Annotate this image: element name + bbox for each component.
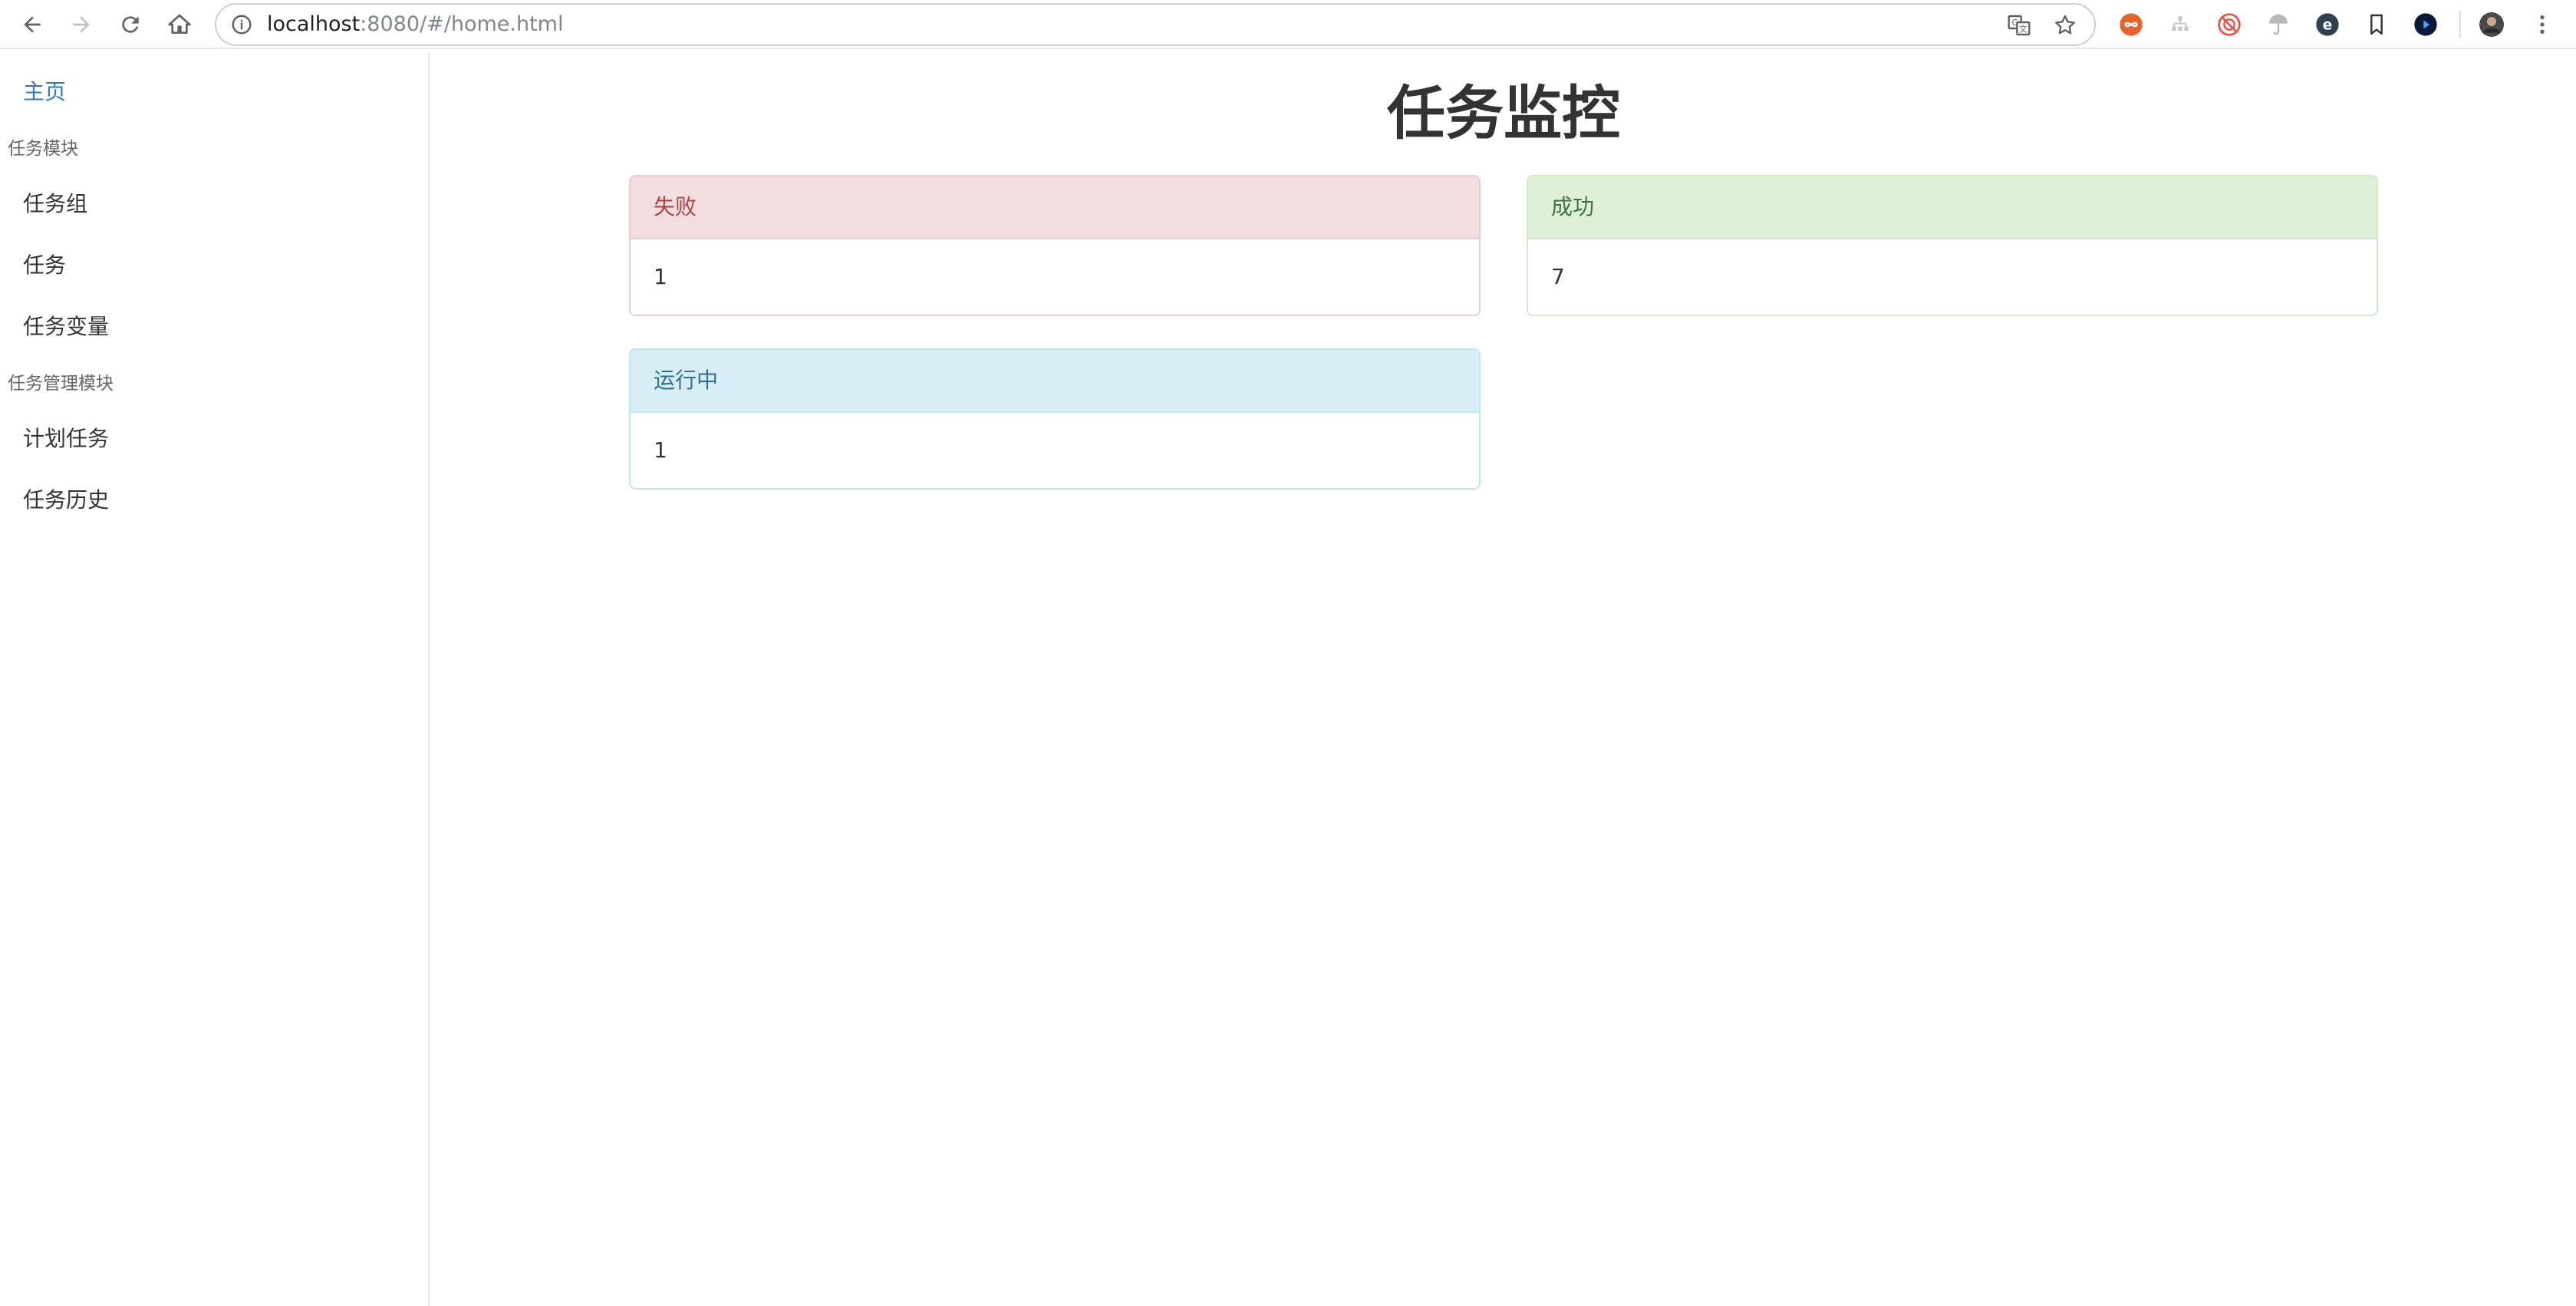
sidebar-item-task-variable[interactable]: 任务变量 bbox=[23, 312, 109, 342]
sidebar-section-header-tasks: 任务模块 bbox=[8, 139, 78, 159]
translate-icon[interactable]: G 文 bbox=[2007, 13, 2031, 38]
browser-menu-button[interactable] bbox=[2530, 12, 2555, 37]
umbrella-extension-icon bbox=[2269, 14, 2288, 35]
running-panel-heading: 运行中 bbox=[631, 350, 1479, 413]
home-icon bbox=[168, 14, 191, 34]
sidebar: 主页 任务模块 任务组 任务 任务变量 任务管理模块 计划任务 任务历史 bbox=[0, 51, 430, 1306]
sidebar-item-task-group[interactable]: 任务组 bbox=[23, 189, 87, 219]
url-text: localhost:8080/#/home.html bbox=[267, 13, 563, 36]
sidebar-item-task-history[interactable]: 任务历史 bbox=[23, 485, 109, 516]
back-icon bbox=[24, 16, 41, 33]
success-panel: 成功 7 bbox=[1527, 175, 2378, 316]
svg-text:e: e bbox=[2323, 18, 2333, 34]
e-extension-icon: e bbox=[2316, 13, 2339, 36]
umbrella-extension-button[interactable] bbox=[2266, 12, 2291, 37]
play-extension-button[interactable] bbox=[2413, 12, 2438, 37]
page-title: 任务监控 bbox=[1387, 79, 1620, 147]
block-extension-icon bbox=[2218, 13, 2241, 36]
svg-text:G: G bbox=[2012, 18, 2018, 28]
sidebar-section-header-task-management: 任务管理模块 bbox=[8, 374, 114, 394]
tree-extension-icon bbox=[2172, 16, 2189, 31]
bookmark-extension-button[interactable] bbox=[2364, 12, 2389, 37]
failed-panel: 失败 1 bbox=[629, 175, 1481, 316]
forward-button[interactable] bbox=[66, 9, 97, 40]
infinity-extension-icon bbox=[2120, 13, 2143, 36]
block-extension-button[interactable] bbox=[2217, 12, 2242, 37]
reload-icon bbox=[122, 16, 139, 33]
failed-panel-heading: 失败 bbox=[631, 176, 1479, 239]
tree-extension-button[interactable] bbox=[2168, 12, 2192, 37]
url-host: localhost bbox=[267, 12, 361, 36]
star-icon[interactable] bbox=[2053, 13, 2077, 38]
failed-panel-count: 1 bbox=[654, 264, 667, 289]
info-icon[interactable] bbox=[230, 13, 253, 36]
reload-button[interactable] bbox=[115, 9, 146, 40]
sidebar-item-task[interactable]: 任务 bbox=[23, 250, 66, 281]
avatar bbox=[2479, 12, 2504, 37]
e-extension-button[interactable]: e bbox=[2315, 12, 2340, 37]
success-panel-count: 7 bbox=[1551, 264, 1565, 289]
back-button[interactable] bbox=[17, 9, 48, 40]
browser-toolbar: localhost:8080/#/home.html G 文 e bbox=[0, 0, 2576, 49]
success-panel-heading: 成功 bbox=[1528, 176, 2377, 239]
forward-icon bbox=[73, 16, 90, 33]
menu-icon bbox=[2540, 15, 2545, 34]
bookmark-extension-icon bbox=[2370, 14, 2383, 35]
play-extension-icon bbox=[2414, 13, 2437, 36]
sidebar-item-home[interactable]: 主页 bbox=[23, 77, 66, 107]
sidebar-item-scheduled-task[interactable]: 计划任务 bbox=[23, 424, 109, 454]
infinity-extension-button[interactable] bbox=[2119, 12, 2143, 37]
svg-text:文: 文 bbox=[2019, 25, 2028, 35]
address-bar[interactable]: localhost:8080/#/home.html G 文 bbox=[215, 3, 2096, 46]
running-panel-count: 1 bbox=[654, 437, 667, 463]
url-path: :8080/#/home.html bbox=[360, 12, 564, 36]
toolbar-separator bbox=[2459, 11, 2461, 38]
running-panel: 运行中 1 bbox=[629, 348, 1481, 490]
home-button[interactable] bbox=[164, 9, 195, 40]
profile-button[interactable] bbox=[2479, 12, 2504, 37]
